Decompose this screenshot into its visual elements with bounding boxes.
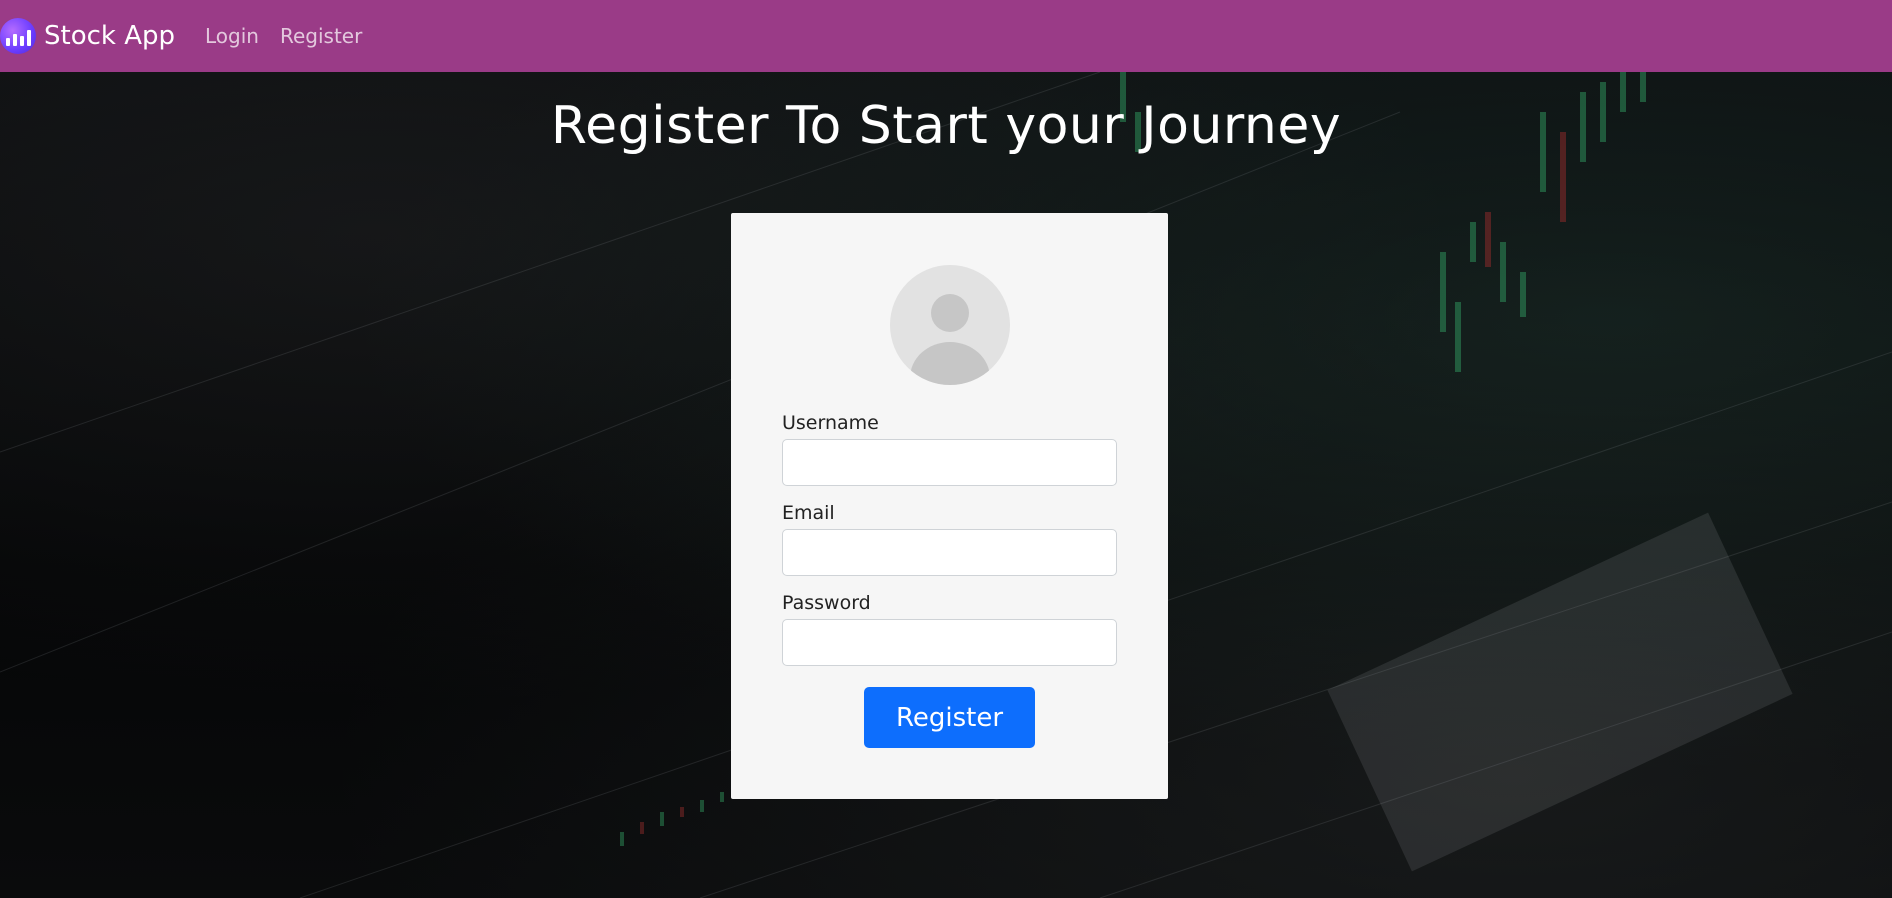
password-label: Password <box>782 592 871 614</box>
username-label: Username <box>782 412 879 434</box>
bar-chart-logo-icon <box>0 18 36 54</box>
register-form-card: Username Email Password Register <box>731 213 1168 799</box>
username-input[interactable] <box>782 439 1117 486</box>
brand-name: Stock App <box>44 21 176 51</box>
nav-link-register[interactable]: Register <box>280 24 362 48</box>
page-title: Register To Start your Journey <box>550 96 1342 156</box>
brand-link[interactable]: Stock App <box>0 18 175 54</box>
email-input[interactable] <box>782 529 1117 576</box>
register-button[interactable]: Register <box>864 687 1035 748</box>
password-input[interactable] <box>782 619 1117 666</box>
nav-link-login[interactable]: Login <box>205 24 259 48</box>
top-navbar: Stock App Login Register <box>0 0 1892 72</box>
user-avatar-icon <box>890 265 1010 385</box>
email-label: Email <box>782 502 835 524</box>
